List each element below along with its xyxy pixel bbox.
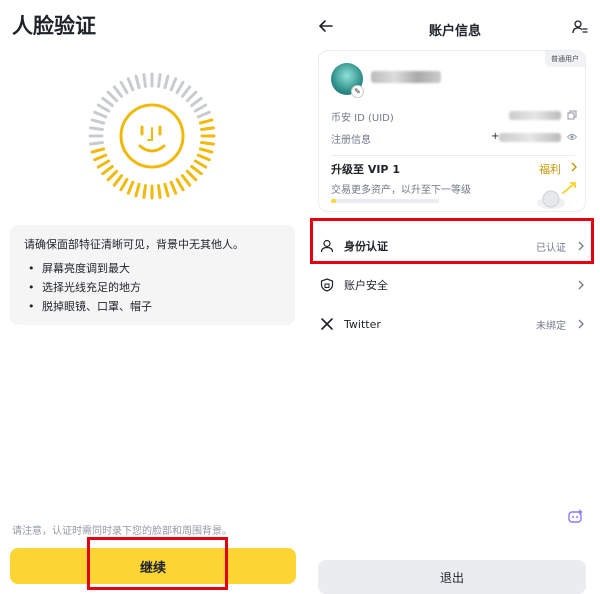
face-scan-icon — [88, 72, 216, 200]
vip-description: 交易更多资产，以升至下一等级 — [331, 185, 471, 196]
user-level-badge: 普通用户 — [545, 51, 585, 67]
tip-item: 脱掉眼镜、口罩、帽子 — [24, 297, 281, 316]
uid-label: 币安 ID (UID) — [331, 113, 394, 124]
notice-text: 请注意，认证时需同时录下您的脸部和周围背景。 — [12, 526, 232, 537]
profile-card[interactable]: 普通用户 ✎ 币安 ID (UID) 注册信息 + 升级至 VIP 1 福利 交… — [318, 50, 586, 212]
tip-item: 选择光线充足的地方 — [24, 278, 281, 297]
uid-redacted — [509, 111, 561, 120]
face-verification-screen: 人脸验证 请确保面部特征清晰可见，背景中无其他人。 屏幕亮度调到最大 选择光线充… — [0, 0, 306, 594]
menu-item-twitter[interactable]: Twitter 未绑定 — [318, 307, 586, 341]
scan-tick — [175, 177, 185, 192]
scan-tick — [193, 159, 208, 169]
scan-tick — [89, 141, 104, 146]
scan-tick — [119, 80, 129, 95]
tips-card: 请确保面部特征清晰可见，背景中无其他人。 屏幕亮度调到最大 选择光线充足的地方 … — [10, 225, 295, 325]
scan-tick — [93, 153, 108, 162]
scan-tick — [112, 85, 124, 98]
scan-tick — [112, 174, 124, 187]
chevron-right-icon — [578, 319, 584, 329]
scan-tick — [180, 174, 192, 187]
scan-tick — [193, 103, 208, 113]
scan-tick — [93, 110, 108, 119]
scan-tick — [157, 184, 162, 199]
vip-upgrade-title[interactable]: 升级至 VIP 1 — [331, 161, 400, 177]
menu-item-label: Twitter — [344, 317, 381, 331]
scan-tick — [106, 169, 119, 182]
username-redacted — [371, 71, 441, 83]
shield-icon — [320, 278, 334, 292]
vip-progress-bar — [331, 199, 439, 203]
scan-tick — [126, 77, 135, 92]
scan-tick — [198, 147, 214, 154]
scan-tick — [185, 90, 198, 103]
copy-icon[interactable] — [567, 110, 577, 120]
scan-tick — [142, 184, 147, 199]
menu-item-label: 账户安全 — [344, 279, 388, 292]
logout-button[interactable]: 退出 — [318, 560, 586, 594]
scan-tick — [163, 74, 170, 90]
vip-progress-fill — [331, 199, 337, 203]
highlight-box — [310, 218, 594, 264]
user-switch-icon[interactable] — [572, 19, 588, 35]
scan-tick — [196, 110, 211, 119]
scan-tick — [134, 182, 141, 198]
tip-item: 屏幕亮度调到最大 — [24, 259, 281, 278]
chevron-right-icon[interactable] — [569, 162, 579, 172]
page-title: 人脸验证 — [12, 14, 96, 38]
scan-tick — [185, 169, 198, 182]
divider — [331, 155, 575, 156]
scan-tick — [96, 159, 111, 169]
scan-tick — [190, 96, 203, 108]
scan-tick — [198, 118, 214, 125]
scan-tick — [101, 164, 114, 176]
x-twitter-icon — [321, 318, 333, 330]
scan-tick — [119, 177, 129, 192]
ai-assistant-icon[interactable] — [566, 508, 584, 526]
scan-tick — [106, 90, 119, 103]
scan-tick — [134, 74, 141, 90]
twitter-status: 未绑定 — [536, 320, 566, 332]
scan-tick — [196, 153, 211, 162]
scan-tick — [96, 103, 111, 113]
scan-tick — [190, 164, 203, 176]
scan-tick — [169, 180, 178, 195]
tips-intro: 请确保面部特征清晰可见，背景中无其他人。 — [24, 238, 244, 251]
scan-tick — [169, 77, 178, 92]
scan-tick — [90, 147, 106, 154]
scan-tick — [200, 126, 215, 131]
scan-tick — [163, 182, 170, 198]
menu-item-account-security[interactable]: 账户安全 — [318, 268, 586, 302]
scan-tick — [200, 141, 215, 146]
account-info-screen: 账户信息 普通用户 ✎ 币安 ID (UID) 注册信息 + 升级至 VIP 1… — [310, 0, 600, 594]
chevron-right-icon — [578, 280, 584, 290]
highlight-box — [87, 537, 228, 590]
scan-tick — [101, 96, 114, 108]
scan-tick — [126, 180, 135, 195]
eye-icon[interactable] — [567, 132, 577, 142]
scan-tick — [142, 73, 147, 88]
edit-avatar-icon[interactable]: ✎ — [351, 85, 364, 98]
registration-redacted — [499, 133, 561, 142]
vip-benefit-link[interactable]: 福利 — [539, 161, 561, 177]
page-title: 账户信息 — [428, 24, 481, 39]
scan-tick — [175, 80, 185, 95]
vip-decoration-icon — [537, 182, 576, 209]
scan-tick — [90, 118, 106, 125]
scan-tick — [89, 126, 104, 131]
registration-label: 注册信息 — [331, 135, 371, 146]
scan-tick — [180, 85, 192, 98]
scan-tick — [157, 73, 162, 88]
